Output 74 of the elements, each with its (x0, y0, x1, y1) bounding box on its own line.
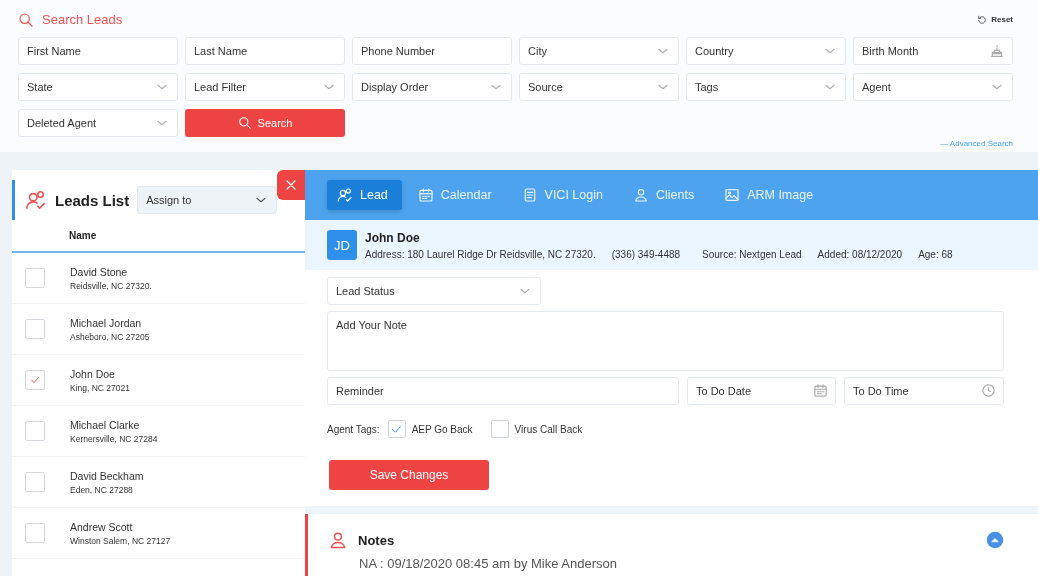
input-field[interactable]: First Name (18, 37, 178, 65)
search-icon (237, 116, 252, 130)
calendar-icon (417, 187, 434, 203)
reset-button[interactable]: Reset (977, 14, 1013, 25)
lead-name[interactable]: Andrew Scott (70, 520, 171, 533)
checkbox[interactable] (25, 421, 45, 441)
input-field[interactable]: Last Name (185, 37, 345, 65)
check-icon (29, 374, 41, 386)
tags-label: Agent Tags: (327, 423, 380, 435)
column-header: Name (69, 230, 97, 241)
lead-location: Reidsville, NC 27320. (70, 280, 152, 291)
users-icon (25, 189, 47, 211)
dropdown[interactable]: State (18, 73, 178, 101)
input-field[interactable]: Add Your Note (327, 311, 1004, 371)
checkbox[interactable] (387, 420, 406, 438)
lead-name[interactable]: Michael Jordan (70, 316, 150, 329)
dropdown[interactable]: Tags (686, 73, 846, 101)
checkbox[interactable] (490, 420, 509, 438)
up-icon (986, 531, 1004, 549)
lead-name[interactable]: John Doe (70, 367, 130, 380)
search-icon (18, 11, 34, 28)
source-text: Source: Nextgen Lead (702, 248, 802, 260)
close-button[interactable] (277, 170, 305, 200)
tab[interactable]: Lead (327, 180, 402, 210)
phone-text: (336) 349-4488 (611, 248, 681, 260)
checkbox-label: AEP Go Back (411, 423, 473, 435)
panel-title: Leads List (55, 191, 130, 209)
calendar-icon (813, 383, 828, 398)
search-button[interactable]: Search (185, 109, 345, 137)
clock-icon (981, 383, 996, 398)
lead-location: Eden, NC 27288 (70, 484, 134, 495)
avatar: JD (327, 230, 357, 260)
dropdown[interactable]: Display Order (352, 73, 512, 101)
lead-location: Winston Salem, NC 27127 (70, 535, 171, 546)
users-icon (337, 187, 353, 203)
input-field[interactable]: Reminder (327, 377, 679, 405)
lead-location: Kernersville, NC 27284 (70, 433, 158, 444)
lead-name: John Doe (365, 230, 421, 245)
lead-name[interactable]: David Beckham (70, 469, 144, 482)
dropdown[interactable]: City (519, 37, 679, 65)
cake-icon (989, 43, 1005, 59)
panel-title: Search Leads (42, 12, 123, 27)
added-date: Added: 08/12/2020 (817, 248, 903, 260)
address-text: Address: 180 Laurel Ridge Dr Reidsville, NC 27320. (365, 248, 596, 260)
lead-name[interactable]: David Stone (70, 265, 152, 278)
collapse-button[interactable] (986, 531, 1004, 549)
person-icon (632, 187, 649, 203)
lead-name[interactable]: Michael Clarke (70, 418, 158, 431)
dropdown[interactable]: Lead Filter (185, 73, 345, 101)
checkbox-label: Virus Call Back (514, 423, 583, 435)
checkbox[interactable] (25, 268, 45, 288)
dropdown[interactable]: Agent (853, 73, 1013, 101)
reset-icon (977, 14, 988, 25)
input-field[interactable]: To Do Date (687, 377, 836, 405)
dropdown[interactable]: Source (519, 73, 679, 101)
save-button[interactable]: Save Changes (329, 460, 489, 490)
age-text: Age: 68 (918, 248, 953, 260)
person-icon (328, 530, 348, 550)
lead-location: Asheboro, NC 27205 (70, 331, 150, 342)
input-field[interactable]: Birth Month (853, 37, 1013, 65)
checkbox[interactable] (25, 523, 45, 543)
dropdown[interactable]: Deleted Agent (18, 109, 178, 137)
input-field[interactable]: Phone Number (352, 37, 512, 65)
section-title: Notes (358, 532, 396, 548)
lead-location: King, NC 27021 (70, 382, 130, 393)
checkbox[interactable] (25, 319, 45, 339)
dropdown[interactable]: Lead Status (327, 277, 541, 305)
input-field[interactable]: To Do Time (844, 377, 1004, 405)
checkbox[interactable] (25, 370, 45, 390)
checkbox[interactable] (25, 472, 45, 492)
note-entry: NA : 09/18/2020 08:45 am by Mike Anderson (359, 556, 618, 571)
image-icon (724, 187, 741, 203)
dropdown[interactable]: Country (686, 37, 846, 65)
dropdown[interactable]: Assign to (137, 186, 278, 214)
